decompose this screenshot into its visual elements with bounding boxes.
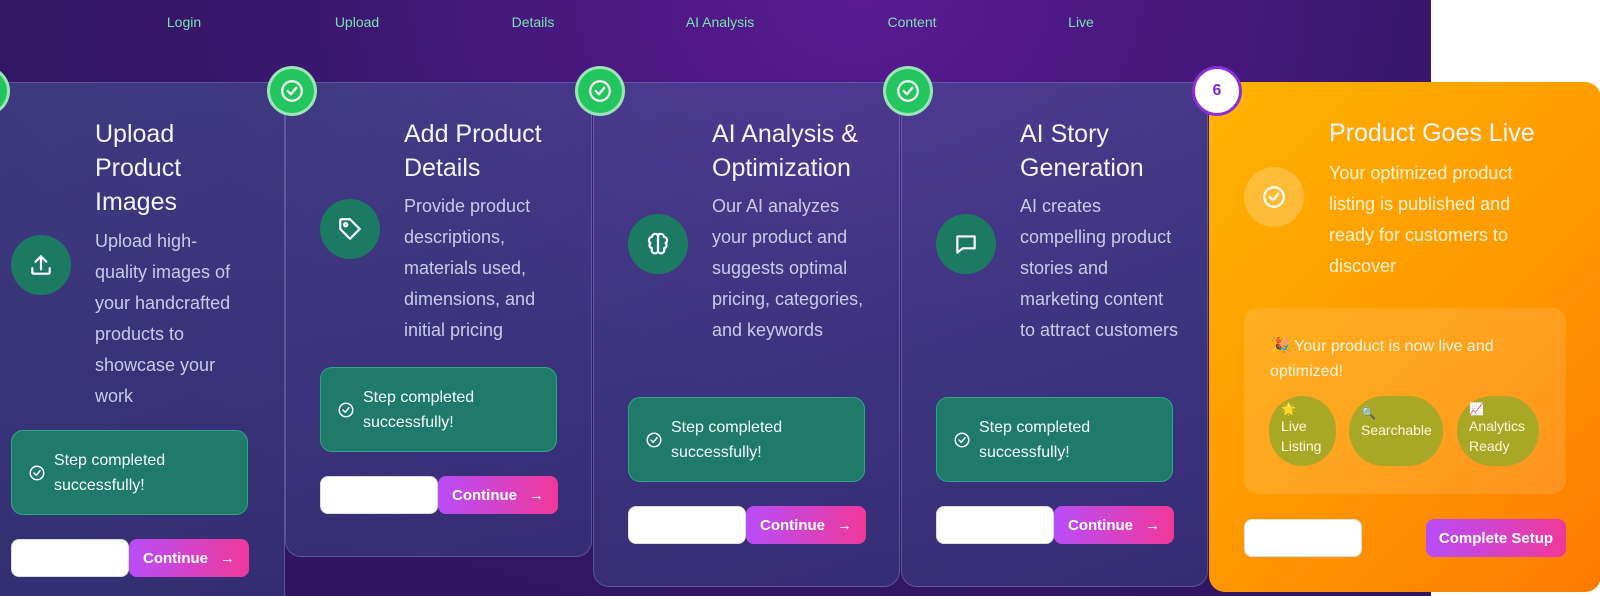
continue-label: Continue	[452, 486, 517, 504]
step-card-story: AI Story Generation AI creates compellin…	[901, 82, 1208, 587]
title-line: Upload	[95, 120, 175, 148]
upload-icon	[11, 235, 71, 295]
nav-step-login[interactable]: Login	[167, 14, 201, 30]
back-button[interactable]	[320, 476, 438, 514]
step-card-details: Add Product Details Provide product desc…	[285, 82, 592, 557]
step-card-upload: Upload Product Images Upload high-qualit…	[0, 82, 285, 596]
check-circle-icon	[281, 80, 303, 102]
title-line: Product	[95, 154, 182, 182]
nav-step-details[interactable]: Details	[512, 14, 555, 30]
step-success-message: Step completed successfully!	[320, 367, 557, 452]
step-success-message: Step completed successfully!	[11, 430, 248, 515]
title-line: Optimization	[712, 154, 851, 182]
back-button[interactable]	[936, 506, 1054, 544]
complete-setup-button[interactable]: Complete Setup	[1426, 519, 1566, 557]
success-text: Step completed successfully!	[54, 451, 166, 494]
pill-label: Analytics Ready	[1469, 418, 1526, 454]
step-title: Add Product Details	[404, 117, 584, 185]
nav-step-content[interactable]: Content	[887, 14, 936, 30]
arrow-right-icon: →	[837, 516, 852, 534]
steps-nav: Login Upload Details AI Analysis Content…	[0, 0, 1431, 44]
live-status-panel: 🎉 Your product is now live and optimized…	[1244, 308, 1566, 494]
pill-analytics-ready: 📈 Analytics Ready	[1457, 396, 1539, 466]
title-line: AI Analysis &	[712, 120, 858, 148]
arrow-right-icon: →	[529, 486, 544, 504]
step-success-message: Step completed successfully!	[628, 397, 865, 482]
step-description: Our AI analyzes your product and suggest…	[712, 196, 864, 340]
continue-label: Continue	[143, 549, 208, 567]
continue-label: Continue	[1068, 516, 1133, 534]
success-text: Step completed successfully!	[363, 388, 475, 431]
continue-button[interactable]: Continue →	[746, 506, 866, 544]
step-description: Provide product descriptions, materials …	[404, 196, 536, 340]
step-description: Upload high-quality images of your handc…	[95, 231, 231, 406]
step-title: Product Goes Live	[1329, 119, 1535, 147]
nav-step-ai-analysis[interactable]: AI Analysis	[686, 14, 754, 30]
pill-live-listing: 🌟 Live Listing	[1269, 396, 1336, 466]
check-circle-icon	[589, 80, 611, 102]
star-icon: 🌟	[1281, 402, 1296, 416]
title-line: Images	[95, 188, 177, 216]
check-circle-icon	[954, 432, 970, 447]
brain-icon	[628, 214, 688, 274]
step-complete-badge	[267, 66, 317, 116]
step-card-live: Product Goes Live Your optimized product…	[1209, 82, 1600, 592]
step-title: AI Analysis & Optimization	[712, 117, 892, 185]
success-text: Step completed successfully!	[979, 418, 1091, 461]
continue-label: Continue	[760, 516, 825, 534]
back-button[interactable]	[1244, 519, 1362, 557]
step-complete-badge	[883, 66, 933, 116]
step-title: Upload Product Images	[95, 117, 275, 219]
check-circle-icon	[1244, 167, 1304, 227]
arrow-right-icon: →	[220, 549, 235, 567]
step-description: Your optimized product listing is publis…	[1329, 163, 1513, 276]
chart-icon: 📈	[1469, 402, 1484, 416]
continue-button[interactable]: Continue →	[129, 539, 249, 577]
arrow-right-icon: →	[1145, 516, 1160, 534]
title-line: AI Story	[1020, 120, 1109, 148]
step-card-ai-analysis: AI Analysis & Optimization Our AI analyz…	[593, 82, 900, 587]
step-complete-badge	[575, 66, 625, 116]
pill-label: Searchable	[1361, 422, 1432, 438]
nav-step-live[interactable]: Live	[1068, 14, 1094, 30]
check-circle-icon	[29, 465, 45, 480]
continue-button[interactable]: Continue →	[1054, 506, 1174, 544]
live-message: 🎉 Your product is now live and optimized…	[1270, 338, 1494, 380]
title-line: Details	[404, 154, 481, 182]
back-button[interactable]	[628, 506, 746, 544]
back-button[interactable]	[11, 539, 129, 577]
step-title: AI Story Generation	[1020, 117, 1200, 185]
step-description: AI creates compelling product stories an…	[1020, 196, 1179, 340]
pill-searchable: 🔍 Searchable	[1349, 396, 1443, 466]
pill-label: Live Listing	[1281, 418, 1322, 454]
title-line: Add Product	[404, 120, 542, 148]
step-number-badge: 6	[1192, 66, 1242, 116]
check-circle-icon	[338, 402, 354, 417]
message-icon	[936, 214, 996, 274]
success-text: Step completed successfully!	[671, 418, 783, 461]
nav-step-upload[interactable]: Upload	[335, 14, 379, 30]
step-success-message: Step completed successfully!	[936, 397, 1173, 482]
tag-icon	[320, 199, 380, 259]
title-line: Generation	[1020, 154, 1144, 182]
continue-button[interactable]: Continue →	[438, 476, 558, 514]
magnifier-icon: 🔍	[1361, 406, 1376, 420]
check-circle-icon	[897, 80, 919, 102]
check-circle-icon	[646, 432, 662, 447]
